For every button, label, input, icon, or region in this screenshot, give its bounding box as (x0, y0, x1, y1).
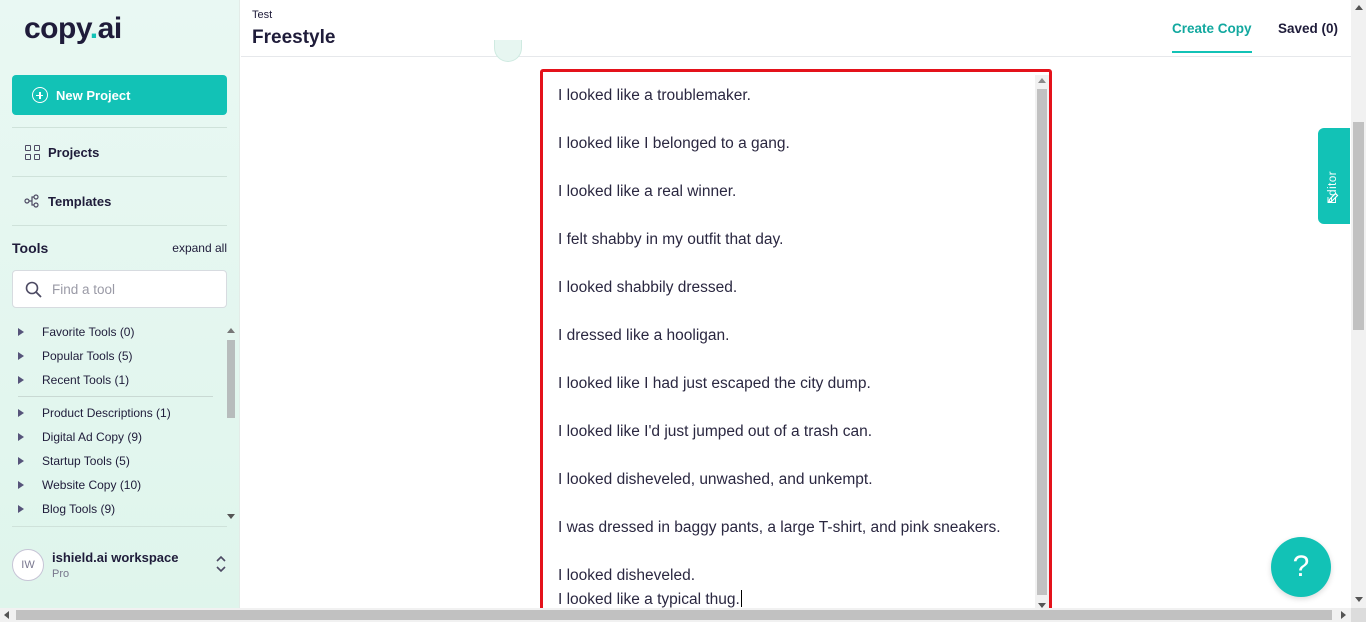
tool-group-product-descriptions[interactable]: Product Descriptions (1) (12, 401, 225, 425)
caret-right-icon (18, 481, 24, 489)
caret-right-icon (18, 328, 24, 336)
scroll-right-icon[interactable] (1341, 611, 1346, 619)
page-vertical-scrollbar[interactable] (1351, 0, 1366, 608)
expand-all-link[interactable]: expand all (172, 241, 227, 255)
tools-title: Tools (12, 240, 49, 256)
tool-group-popular[interactable]: Popular Tools (5) (12, 344, 225, 368)
sidebar: copy.ai New Project Projects Templates T… (0, 0, 240, 608)
tool-group-website-copy[interactable]: Website Copy (10) (12, 473, 225, 497)
output-line: I looked like I'd just jumped out of a t… (558, 423, 872, 440)
scroll-down-icon[interactable] (1355, 597, 1363, 602)
workspace-switcher[interactable]: IW ishield.ai workspace Pro (12, 540, 227, 590)
caret-right-icon (18, 505, 24, 513)
tool-group-label: Recent Tools (1) (42, 373, 130, 387)
new-project-label: New Project (56, 87, 131, 103)
scrollbar-corner (1351, 608, 1366, 622)
tool-group-label: Popular Tools (5) (42, 349, 133, 363)
output-line: I looked like a real winner. (558, 183, 737, 200)
logo-text-ai: ai (97, 12, 123, 45)
sidebar-item-projects[interactable]: Projects (24, 144, 99, 160)
sidebar-item-label: Projects (48, 144, 100, 160)
tool-group-label: Digital Ad Copy (9) (42, 430, 143, 444)
page-horizontal-scrollbar[interactable] (0, 608, 1351, 622)
new-project-button[interactable]: New Project (12, 75, 227, 115)
tab-create-copy[interactable]: Create Copy (1172, 21, 1252, 53)
grid-icon (24, 144, 40, 160)
scroll-up-icon[interactable] (227, 328, 235, 333)
tool-group-digital-ad-copy[interactable]: Digital Ad Copy (9) (12, 425, 225, 449)
logo-dot: . (89, 12, 98, 45)
output-line: I looked like a troublemaker. (558, 87, 751, 104)
tool-group-label: Blog Tools (9) (42, 502, 116, 516)
tool-group-startup-tools[interactable]: Startup Tools (5) (12, 449, 225, 473)
output-line: I looked like a typical thug. (558, 591, 740, 608)
output-line: I felt shabby in my outfit that day. (558, 231, 784, 248)
tool-search (12, 270, 227, 308)
caret-right-icon (18, 352, 24, 360)
tab-saved[interactable]: Saved (0) (1278, 21, 1338, 36)
divider (12, 225, 227, 226)
text-caret (740, 590, 742, 607)
scroll-left-icon[interactable] (4, 611, 9, 619)
tool-group-label: Favorite Tools (0) (42, 325, 135, 339)
scroll-down-icon[interactable] (227, 514, 235, 519)
help-button[interactable]: ? (1271, 537, 1331, 597)
caret-right-icon (18, 433, 24, 441)
logo-text-copy: copy (24, 12, 90, 45)
tool-list-scrollbar[interactable] (226, 326, 236, 524)
scroll-thumb[interactable] (227, 340, 235, 418)
scroll-up-icon[interactable] (1038, 78, 1046, 83)
scroll-thumb[interactable] (1353, 122, 1364, 330)
tool-group-recent[interactable]: Recent Tools (1) (12, 368, 225, 392)
pencil-icon (1328, 192, 1339, 203)
output-line: I was dressed in baggy pants, a large T-… (558, 519, 1001, 536)
plus-circle-icon (32, 87, 48, 103)
editor-side-tab[interactable]: Editor (1318, 128, 1350, 224)
templates-icon (24, 193, 40, 209)
copyai-logo[interactable]: copy.ai (24, 12, 122, 46)
tool-group-label: Website Copy (10) (42, 478, 142, 492)
editor-scrollbar[interactable] (1035, 75, 1049, 611)
output-line: I looked disheveled. (558, 567, 696, 584)
sidebar-item-label: Templates (48, 193, 112, 209)
scroll-up-icon[interactable] (1355, 5, 1363, 10)
workspace-plan: Pro (52, 568, 70, 580)
scroll-thumb[interactable] (16, 610, 1332, 620)
output-line: I looked disheveled, unwashed, and unkem… (558, 471, 873, 488)
output-line: I looked shabbily dressed. (558, 279, 738, 296)
partial-circle-button[interactable] (494, 40, 522, 62)
caret-right-icon (18, 409, 24, 417)
tool-group-label: Startup Tools (5) (42, 454, 130, 468)
output-line: I dressed like a hooligan. (558, 327, 730, 344)
tool-list: Favorite Tools (0) Popular Tools (5) Rec… (12, 320, 225, 524)
tool-group-favorite[interactable]: Favorite Tools (0) (12, 320, 225, 344)
workspace-name: ishield.ai workspace (52, 550, 179, 565)
divider (12, 127, 227, 128)
caret-right-icon (18, 457, 24, 465)
tools-header: Tools expand all (12, 240, 227, 256)
divider (12, 176, 227, 177)
editor-text[interactable]: I looked like a troublemaker. I looked l… (558, 84, 1028, 611)
tool-group-label: Product Descriptions (1) (42, 406, 171, 420)
output-line: I looked like I had just escaped the cit… (558, 375, 871, 392)
search-input[interactable] (52, 281, 202, 297)
search-icon (25, 281, 42, 298)
scroll-thumb[interactable] (1037, 89, 1047, 595)
breadcrumb[interactable]: Test (252, 9, 272, 21)
output-editor[interactable]: I looked like a troublemaker. I looked l… (540, 69, 1052, 614)
divider (18, 396, 213, 397)
caret-right-icon (18, 376, 24, 384)
output-line: I looked like I belonged to a gang. (558, 135, 790, 152)
page-title: Freestyle (252, 27, 336, 48)
tool-group-blog-tools[interactable]: Blog Tools (9) (12, 497, 225, 521)
top-header: Test Freestyle Create Copy Saved (0) (241, 0, 1351, 57)
divider (12, 526, 227, 527)
chevron-up-down-icon[interactable] (215, 554, 227, 574)
avatar: IW (12, 549, 44, 581)
sidebar-item-templates[interactable]: Templates (24, 193, 111, 209)
